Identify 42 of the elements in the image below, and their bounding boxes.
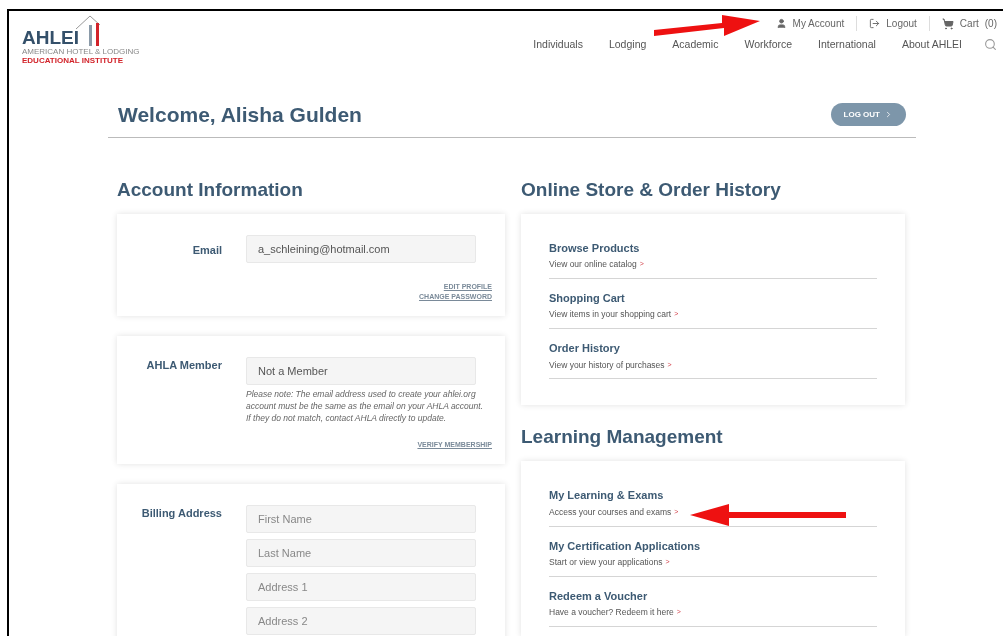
welcome-title: Welcome, Alisha Gulden xyxy=(118,102,362,128)
logout-icon xyxy=(869,18,881,29)
nav-link[interactable]: About AHLEI xyxy=(901,37,962,53)
item-link[interactable]: View our online catalog xyxy=(549,258,637,271)
item-title[interactable]: Redeem a Voucher xyxy=(549,587,648,605)
item-link[interactable]: Start or view your applications xyxy=(549,556,663,569)
input-field[interactable]: Not a Member xyxy=(246,356,476,385)
item-title[interactable]: Browse Products xyxy=(549,239,640,256)
input-field[interactable]: First Name xyxy=(246,504,476,533)
item-link[interactable]: View your history of purchases xyxy=(549,358,665,372)
nav-link[interactable]: Lodging xyxy=(608,37,647,53)
item-link[interactable]: View items in your shopping cart xyxy=(549,308,672,321)
item-title[interactable]: Order History xyxy=(549,340,620,357)
input-field[interactable]: a_schleining@hotmail.com xyxy=(246,234,476,263)
item-link[interactable]: Access your courses and exams xyxy=(549,505,672,519)
nav-link[interactable]: Individuals xyxy=(533,37,583,53)
section-title: Account Information xyxy=(117,177,304,202)
user-icon xyxy=(775,18,787,29)
utility-link[interactable]: Cart xyxy=(959,16,979,31)
note-text: Please note: The email address used to create your ahlei.org account must be the same as the email on your AHLA account. If they do not match, contact AHLA directly to update. xyxy=(246,387,485,424)
input-field[interactable]: Address 1 xyxy=(246,572,476,601)
search-icon[interactable] xyxy=(984,38,997,52)
cart-icon xyxy=(941,17,954,30)
item-title[interactable]: My Learning & Exams xyxy=(549,487,664,504)
nav-link[interactable]: Workforce xyxy=(744,37,793,53)
input-field[interactable]: Last Name xyxy=(246,538,476,567)
section-title: Learning Management xyxy=(521,425,724,450)
input-field[interactable]: Address 2 xyxy=(246,606,476,635)
nav-link[interactable]: International xyxy=(818,37,876,53)
field-label: AHLA Member xyxy=(145,357,222,373)
item-link[interactable]: Have a voucher? Redeem it here xyxy=(549,606,674,619)
item-title[interactable]: Shopping Cart xyxy=(549,289,625,307)
logo[interactable]: AHLEI AMERICAN HOTEL & LODGING EDUCATIONAL INSTITUTE xyxy=(22,11,140,65)
utility-link[interactable]: My Account xyxy=(792,16,845,31)
item-title[interactable]: My Certification Applications xyxy=(549,537,701,554)
utility-link[interactable]: Logout xyxy=(886,16,917,31)
cart-count: (0) xyxy=(984,17,997,31)
chevron-icon xyxy=(884,110,893,120)
nav-link[interactable]: Academic xyxy=(672,37,719,53)
field-label: Billing Address xyxy=(140,505,222,521)
section-title: Online Store & Order History xyxy=(521,177,782,202)
field-label: Email xyxy=(191,242,222,258)
